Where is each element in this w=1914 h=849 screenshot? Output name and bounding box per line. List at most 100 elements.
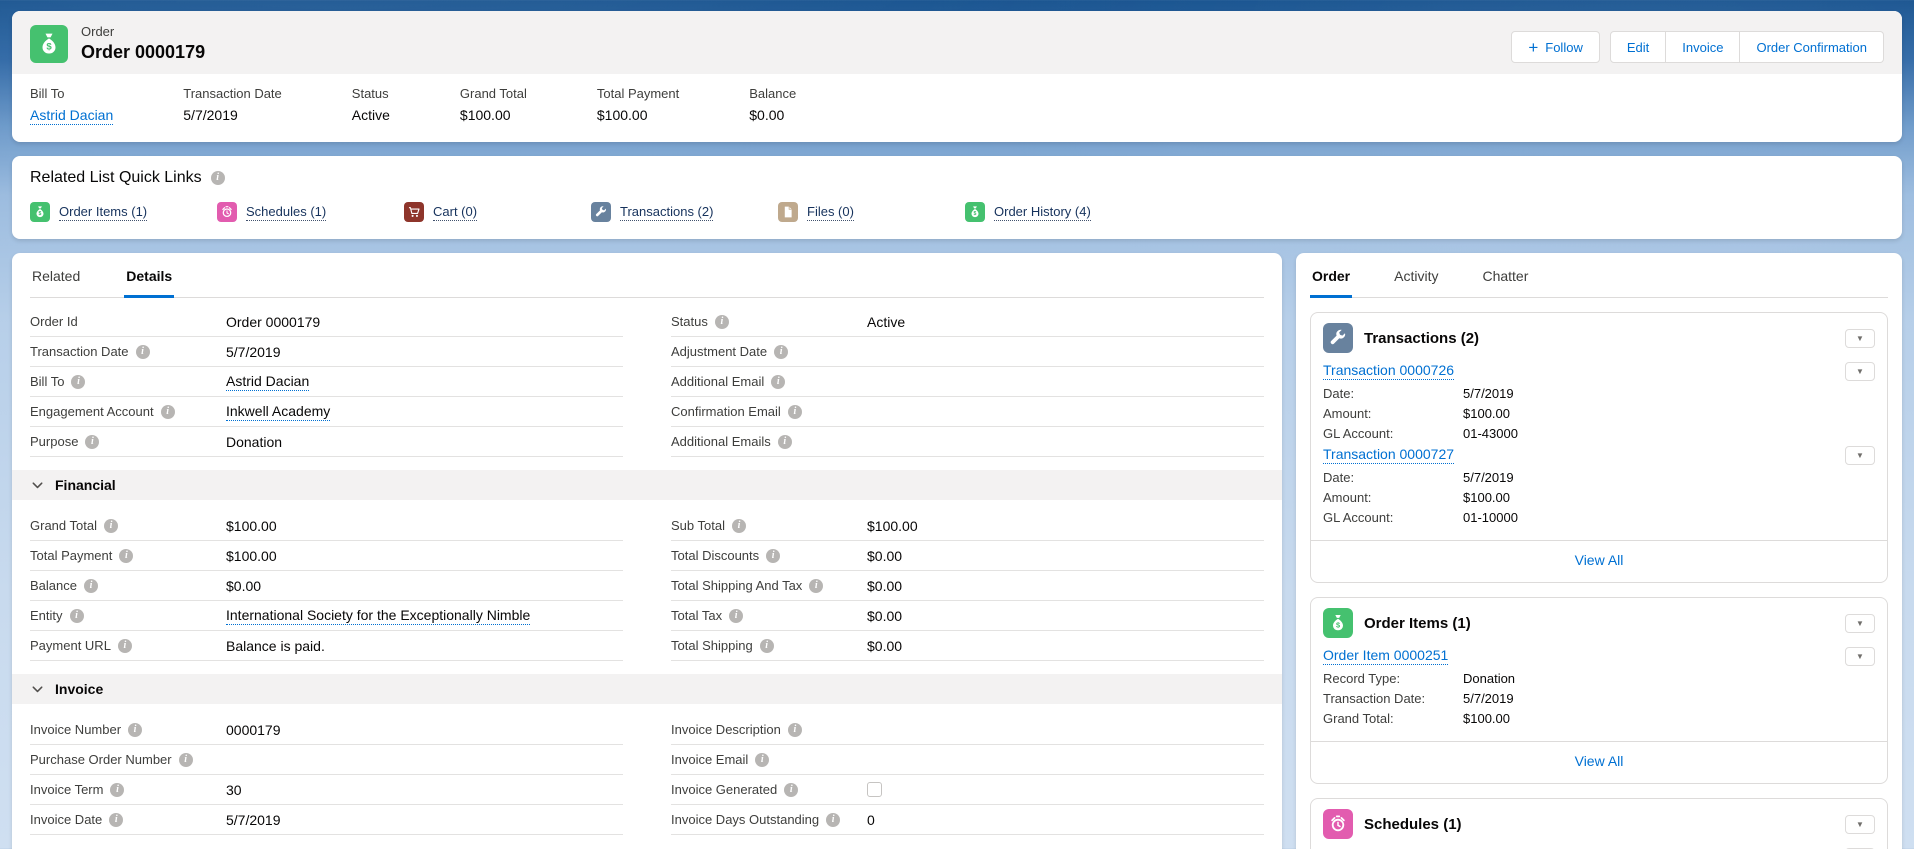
info-icon: i xyxy=(771,375,785,389)
card-title: Schedules (1) xyxy=(1364,816,1834,833)
record-actions-dropdown[interactable]: ▼ xyxy=(1845,446,1875,465)
card-title: Order Items (1) xyxy=(1364,615,1834,632)
details-form: Order Id Order 0000179 Statusi Active Tr… xyxy=(30,307,1264,835)
bill-to-link[interactable]: Astrid Dacian xyxy=(30,107,113,125)
order-object-icon xyxy=(30,25,68,63)
card-actions-dropdown[interactable]: ▼ xyxy=(1845,329,1875,348)
quick-link-order-items[interactable]: Order Items (1) xyxy=(30,202,217,222)
transaction-link[interactable]: Transaction 0000726 xyxy=(1323,362,1454,380)
info-icon: i xyxy=(119,549,133,563)
summary-field-grand-total: Grand Total $100.00 xyxy=(460,86,527,125)
quick-link-transactions[interactable]: Transactions (2) xyxy=(591,202,778,222)
entity-link[interactable]: International Society for the Exceptiona… xyxy=(226,607,530,625)
info-icon: i xyxy=(109,813,123,827)
field-total-payment: Total Paymenti $100.00 xyxy=(30,541,623,571)
record-order-item-0000251: Order Item 0000251 ▼ Record Type:Donatio… xyxy=(1311,645,1887,729)
quick-link-files[interactable]: Files (0) xyxy=(778,202,965,222)
invoice-generated-checkbox[interactable] xyxy=(867,782,882,797)
transaction-link[interactable]: Transaction 0000727 xyxy=(1323,446,1454,464)
info-icon: i xyxy=(778,435,792,449)
quick-links-card: Related List Quick Links i Order Items (… xyxy=(12,156,1902,239)
info-icon: i xyxy=(715,315,729,329)
engagement-account-link[interactable]: Inkwell Academy xyxy=(226,403,330,421)
order-item-link[interactable]: Order Item 0000251 xyxy=(1323,647,1448,665)
chevron-down-icon: ▼ xyxy=(1856,451,1864,460)
quick-link-schedules[interactable]: Schedules (1) xyxy=(217,202,404,222)
summary-field-total-payment: Total Payment $100.00 xyxy=(597,86,679,125)
money-bag-icon xyxy=(965,202,985,222)
field-entity: Entityi International Society for the Ex… xyxy=(30,601,623,631)
section-invoice[interactable]: Invoice xyxy=(12,674,1282,704)
tab-activity[interactable]: Activity xyxy=(1392,253,1440,297)
card-title: Transactions (2) xyxy=(1364,330,1834,347)
bill-to-detail-link[interactable]: Astrid Dacian xyxy=(226,373,309,391)
summary-field-bill-to: Bill To Astrid Dacian xyxy=(30,86,113,125)
field-invoice-number: Invoice Numberi 0000179 xyxy=(30,715,623,745)
info-icon: i xyxy=(732,519,746,533)
field-total-discounts: Total Discountsi $0.00 xyxy=(671,541,1264,571)
card-actions-dropdown[interactable]: ▼ xyxy=(1845,815,1875,834)
info-icon: i xyxy=(788,723,802,737)
field-order-id: Order Id Order 0000179 xyxy=(30,307,623,337)
follow-button[interactable]: + Follow xyxy=(1511,31,1600,63)
header-actions: + Follow Edit Invoice Order Confirmation xyxy=(1511,31,1884,63)
money-bag-icon xyxy=(30,202,50,222)
alarm-clock-icon xyxy=(1323,809,1353,839)
chevron-down-icon: ▼ xyxy=(1856,820,1864,829)
header-button-group: Edit Invoice Order Confirmation xyxy=(1610,31,1884,63)
field-invoice-generated: Invoice Generatedi xyxy=(671,775,1264,805)
section-financial[interactable]: Financial xyxy=(12,470,1282,500)
record-detail-panel: Related Details Order Id Order 0000179 S… xyxy=(12,253,1282,849)
info-icon: i xyxy=(104,519,118,533)
info-icon: i xyxy=(788,405,802,419)
main-area: Related Details Order Id Order 0000179 S… xyxy=(12,253,1902,849)
record-actions-dropdown[interactable]: ▼ xyxy=(1845,647,1875,666)
record-actions-dropdown[interactable]: ▼ xyxy=(1845,362,1875,381)
field-additional-email: Additional Emaili xyxy=(671,367,1264,397)
gl-account-link[interactable]: 01-10000 xyxy=(1463,508,1518,528)
field-payment-url: Payment URLi Balance is paid. xyxy=(30,631,623,661)
tab-details[interactable]: Details xyxy=(124,253,174,297)
order-record-page: Order Order 0000179 + Follow Edit Invoic… xyxy=(0,0,1914,849)
chevron-down-icon: ▼ xyxy=(1856,367,1864,376)
chevron-down-icon: ▼ xyxy=(1856,652,1864,661)
field-total-shipping: Total Shippingi $0.00 xyxy=(671,631,1264,661)
quick-link-order-history[interactable]: Order History (4) xyxy=(965,202,1152,222)
field-grand-total: Grand Totali $100.00 xyxy=(30,511,623,541)
detail-tabs: Related Details xyxy=(30,253,1264,298)
card-actions-dropdown[interactable]: ▼ xyxy=(1845,614,1875,633)
view-all-link[interactable]: View All xyxy=(1575,552,1624,568)
alarm-clock-icon xyxy=(217,202,237,222)
quick-link-cart[interactable]: Cart (0) xyxy=(404,202,591,222)
info-icon: i xyxy=(211,171,225,185)
field-bill-to: Bill Toi Astrid Dacian xyxy=(30,367,623,397)
quick-links-title: Related List Quick Links xyxy=(30,169,202,187)
info-icon: i xyxy=(784,783,798,797)
info-icon: i xyxy=(85,435,99,449)
chevron-down-icon: ▼ xyxy=(1856,619,1864,628)
tab-chatter[interactable]: Chatter xyxy=(1480,253,1530,297)
info-icon: i xyxy=(70,609,84,623)
field-total-tax: Total Taxi $0.00 xyxy=(671,601,1264,631)
view-all-link[interactable]: View All xyxy=(1575,753,1624,769)
wrench-icon xyxy=(1323,323,1353,353)
record-transaction-0000726: Transaction 0000726 ▼ Date:5/7/2019 Amou… xyxy=(1311,360,1887,444)
field-invoice-days-outstanding: Invoice Days Outstandingi 0 xyxy=(671,805,1264,835)
related-card-order-items: Order Items (1) ▼ Order Item 0000251 ▼ R… xyxy=(1310,597,1888,784)
plus-icon: + xyxy=(1528,39,1538,56)
info-icon: i xyxy=(809,579,823,593)
order-confirmation-button[interactable]: Order Confirmation xyxy=(1740,31,1884,63)
tab-related[interactable]: Related xyxy=(30,253,82,297)
info-icon: i xyxy=(136,345,150,359)
field-sub-total: Sub Totali $100.00 xyxy=(671,511,1264,541)
invoice-button[interactable]: Invoice xyxy=(1666,31,1740,63)
gl-account-link[interactable]: 01-43000 xyxy=(1463,424,1518,444)
info-icon: i xyxy=(774,345,788,359)
tab-order[interactable]: Order xyxy=(1310,253,1352,297)
page-title: Order 0000179 xyxy=(81,42,205,63)
info-icon: i xyxy=(766,549,780,563)
sidebar-tabs: Order Activity Chatter xyxy=(1310,253,1888,298)
edit-button[interactable]: Edit xyxy=(1610,31,1666,63)
field-invoice-email: Invoice Emaili xyxy=(671,745,1264,775)
info-icon: i xyxy=(110,783,124,797)
